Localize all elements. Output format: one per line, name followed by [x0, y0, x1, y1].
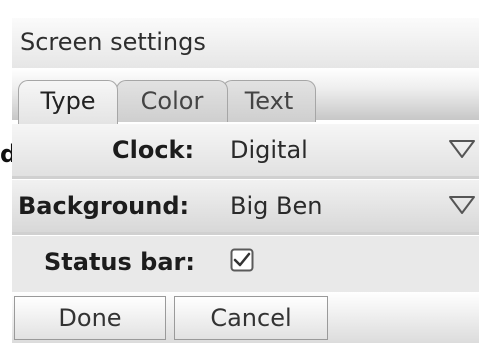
triangle-down-icon[interactable] — [447, 138, 477, 160]
tab-bar: Type Color Text — [12, 68, 479, 124]
button-bar: Done Cancel — [12, 292, 479, 343]
clock-value: Digital — [230, 136, 308, 164]
row-divider — [12, 176, 479, 179]
screen-settings-dialog: Screen settings Type Color Text d Clock:… — [0, 0, 479, 343]
tab-type[interactable]: Type — [18, 80, 118, 124]
background-value: Big Ben — [230, 192, 323, 220]
tab-color[interactable]: Color — [116, 80, 228, 122]
background-setting-row[interactable]: Background: Big Ben — [12, 180, 479, 232]
triangle-down-icon[interactable] — [447, 194, 477, 216]
background-label: Background: — [18, 192, 190, 220]
dialog-title: Screen settings — [20, 28, 206, 56]
row-divider — [12, 232, 479, 235]
cancel-button[interactable]: Cancel — [174, 296, 328, 340]
status-bar-label: Status bar: — [44, 248, 195, 276]
title-bar: Screen settings — [12, 18, 479, 68]
status-bar-checkbox[interactable] — [230, 248, 254, 272]
done-button[interactable]: Done — [14, 296, 166, 340]
clock-label: Clock: — [112, 136, 195, 164]
clock-setting-row[interactable]: Clock: Digital — [12, 124, 479, 176]
status-bar-setting-row: Status bar: — [12, 236, 479, 292]
tab-text[interactable]: Text — [222, 80, 316, 122]
